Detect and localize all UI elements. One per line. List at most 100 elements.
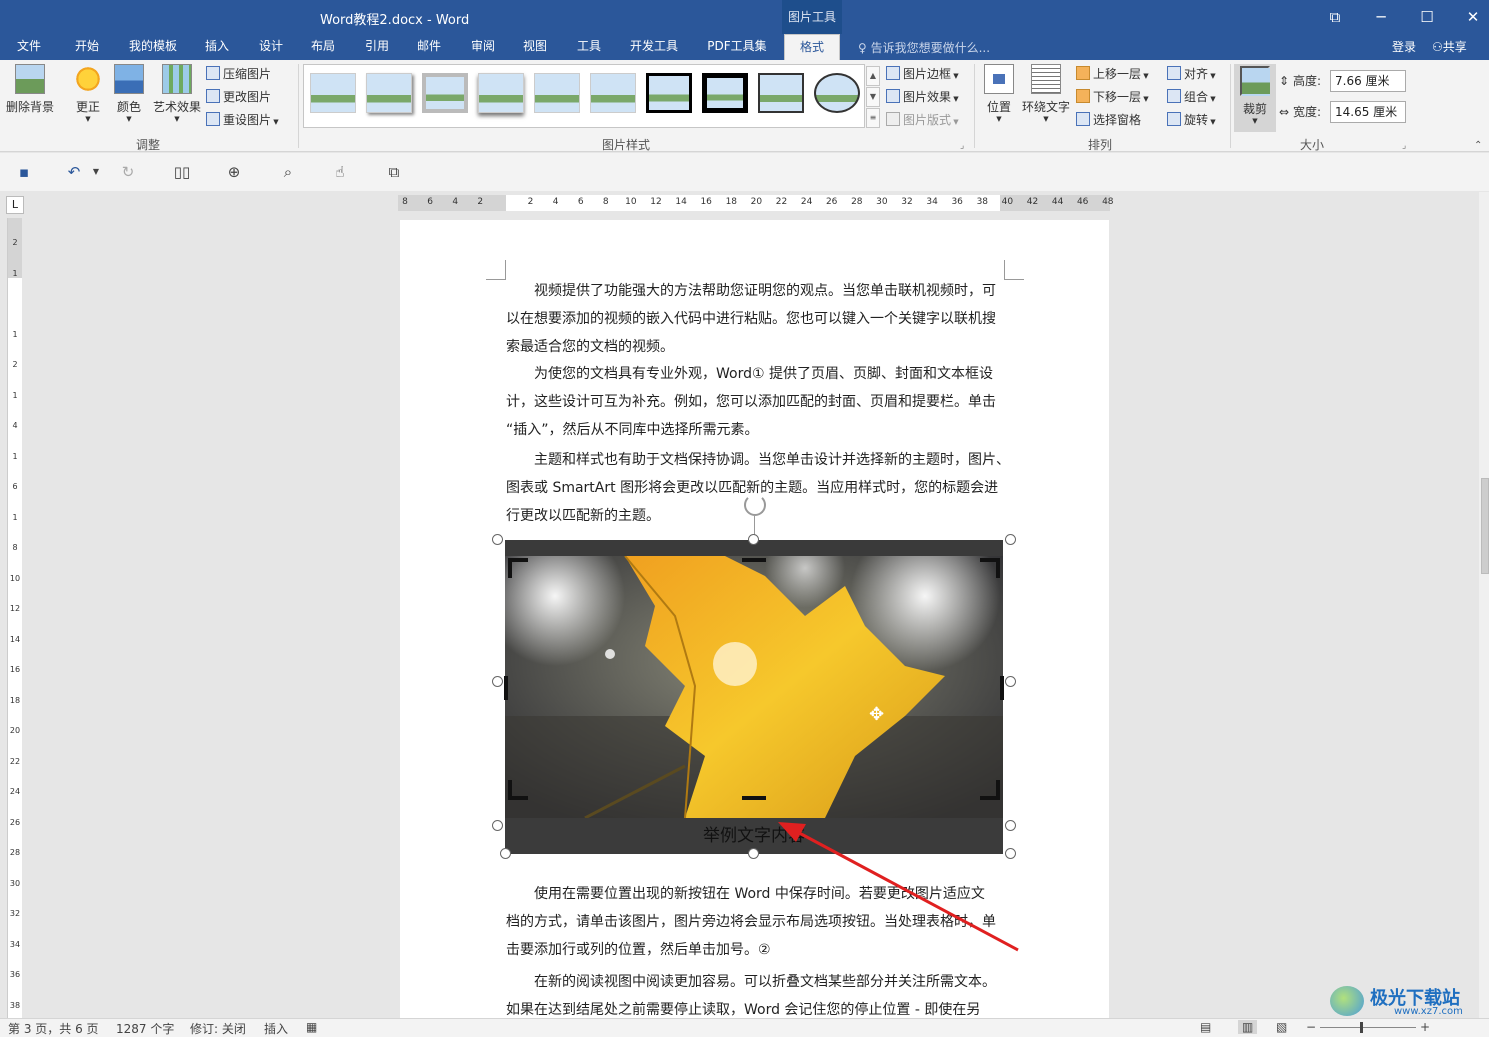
resize-handle[interactable] [748,848,759,859]
picture-styles-gallery[interactable] [303,64,865,128]
group-button[interactable]: 组合 ▼ [1167,87,1216,107]
web-layout-view-icon[interactable]: ▧ [1276,1020,1287,1034]
tab-mailings[interactable]: 邮件 [408,34,450,60]
picture-style-6[interactable] [590,73,636,113]
scrollbar-thumb[interactable] [1481,478,1489,574]
crop-handle[interactable] [508,558,512,578]
compress-pictures-button[interactable]: 压缩图片 [206,64,271,84]
align-button[interactable]: 对齐 ▼ [1167,64,1216,84]
corrections-button[interactable]: 更正 ▼ [70,64,106,123]
rotate-button[interactable]: 旋转 ▼ [1167,110,1216,130]
resize-handle[interactable] [500,848,511,859]
vertical-scrollbar[interactable] [1479,192,1489,1018]
send-backward-button[interactable]: 下移一层 ▼ [1076,87,1149,107]
insert-mode[interactable]: 插入 [264,1020,288,1037]
picture-style-7[interactable] [646,73,692,113]
zoom-slider-thumb[interactable] [1360,1022,1363,1033]
picture-style-2[interactable] [366,73,412,113]
chevron-down-icon[interactable]: ▼ [86,162,106,182]
page-count[interactable]: 第 3 页，共 6 页 [8,1020,99,1037]
print-layout-view-icon[interactable]: ▥ [1238,1020,1258,1034]
picture-effects-button[interactable]: 图片效果 ▼ [886,87,959,107]
read-mode-icon[interactable]: ▯▯ [172,162,192,182]
gallery-scroll-down-icon[interactable]: ▼ [866,87,880,107]
crop-handle[interactable] [996,558,1000,578]
crop-button[interactable]: 裁剪 ▼ [1234,64,1276,132]
resize-handle[interactable] [1005,534,1016,545]
crop-handle[interactable] [742,558,766,562]
selection-pane-button[interactable]: 选择窗格 [1076,110,1141,130]
close-button[interactable]: ✕ [1450,0,1489,34]
resize-handle[interactable] [1005,676,1016,687]
track-changes-status[interactable]: 修订: 关闭 [190,1020,246,1037]
zoom-slider[interactable] [1320,1027,1416,1028]
zoom-in-icon[interactable]: + [1420,1020,1430,1034]
gallery-scroll-up-icon[interactable]: ▲ [866,66,880,86]
tab-review[interactable]: 审阅 [462,34,504,60]
picture-style-5[interactable] [534,73,580,113]
rotate-handle-icon[interactable] [744,494,766,516]
maximize-button[interactable]: ☐ [1404,0,1450,34]
tab-pdf-tools[interactable]: PDF工具集 [700,34,774,60]
color-button[interactable]: 颜色 ▼ [112,64,146,123]
share-button[interactable]: ⚇共享 [1432,38,1467,55]
picture-style-1[interactable] [310,73,356,113]
position-button[interactable]: 位置 ▼ [980,64,1018,123]
picture-style-9[interactable] [758,73,804,113]
crop-handle[interactable] [1000,676,1004,700]
tab-my-templates[interactable]: 我的模板 [122,34,184,60]
tab-references[interactable]: 引用 [356,34,398,60]
crop-handle[interactable] [742,796,766,800]
artistic-effects-button[interactable]: 艺术效果 ▼ [150,64,204,123]
bring-forward-button[interactable]: 上移一层 ▼ [1076,64,1149,84]
tab-design[interactable]: 设计 [250,34,292,60]
touch-mode-icon[interactable]: ☝ [330,162,350,182]
undo-icon[interactable]: ↶ [64,162,84,182]
tab-stop-selector[interactable]: L [6,196,24,214]
picture-layout-button[interactable]: 图片版式 ▼ [886,110,959,130]
tab-insert[interactable]: 插入 [196,34,238,60]
change-picture-button[interactable]: 更改图片 [206,87,271,107]
crop-handle[interactable] [996,780,1000,800]
tab-view[interactable]: 视图 [514,34,556,60]
wrap-text-button[interactable]: 环绕文字 ▼ [1020,64,1072,123]
crop-handle[interactable] [504,676,508,700]
save-icon[interactable]: ▪ [14,162,34,182]
paragraph-1[interactable]: 视频提供了功能强大的方法帮助您证明您的观点。当您单击联机视频时，可 以在想要添加… [506,277,1004,361]
resize-handle[interactable] [492,534,503,545]
read-mode-view-icon[interactable]: ▤ [1200,1020,1211,1034]
tab-layout[interactable]: 布局 [302,34,344,60]
resize-handle[interactable] [492,820,503,831]
selected-picture[interactable]: 举例文字内容 ✥ [504,540,1004,854]
picture-style-3[interactable] [422,73,468,113]
gallery-more-icon[interactable]: ≡ [866,108,880,128]
tab-tools[interactable]: 工具 [568,34,610,60]
picture-style-8[interactable] [702,73,748,113]
login-link[interactable]: 登录 [1392,38,1416,55]
tell-me-box[interactable]: ♀ 告诉我您想要做什么... [858,39,990,56]
document-page[interactable]: 视频提供了功能强大的方法帮助您证明您的观点。当您单击联机视频时，可 以在想要添加… [400,220,1109,1020]
paragraph-5[interactable]: 在新的阅读视图中阅读更加容易。可以折叠文档某些部分并关注所需文本。 如果在达到结… [506,968,1004,1024]
customize-toolbar-icon[interactable]: ⧉ [384,162,404,182]
width-input[interactable]: 14.65 厘米 [1330,101,1406,123]
minimize-button[interactable]: ─ [1358,0,1404,34]
picture-border-button[interactable]: 图片边框 ▼ [886,64,959,84]
word-count[interactable]: 1287 个字 [116,1020,174,1037]
remove-background-button[interactable]: 删除背景 [4,64,56,115]
paragraph-2[interactable]: 为使您的文档具有专业外观，Word① 提供了页眉、页脚、封面和文本框设 计，这些… [506,360,1004,444]
reset-picture-button[interactable]: 重设图片 ▼ [206,110,279,130]
tab-file[interactable]: 文件 [8,34,50,60]
resize-handle[interactable] [492,676,503,687]
resize-handle[interactable] [748,534,759,545]
web-layout-icon[interactable]: ⊕ [224,162,244,182]
tab-developer[interactable]: 开发工具 [624,34,684,60]
macro-icon[interactable]: ▦ [306,1020,317,1034]
tab-format[interactable]: 格式 [784,34,840,60]
print-preview-icon[interactable]: ⌕ [278,162,298,182]
redo-icon[interactable]: ↻ [118,162,138,182]
height-input[interactable]: 7.66 厘米 [1330,70,1406,92]
tab-home[interactable]: 开始 [66,34,108,60]
zoom-out-icon[interactable]: − [1306,1020,1316,1034]
picture-style-10[interactable] [814,73,860,113]
ribbon-display-options-icon[interactable]: ⧉ [1312,0,1358,34]
